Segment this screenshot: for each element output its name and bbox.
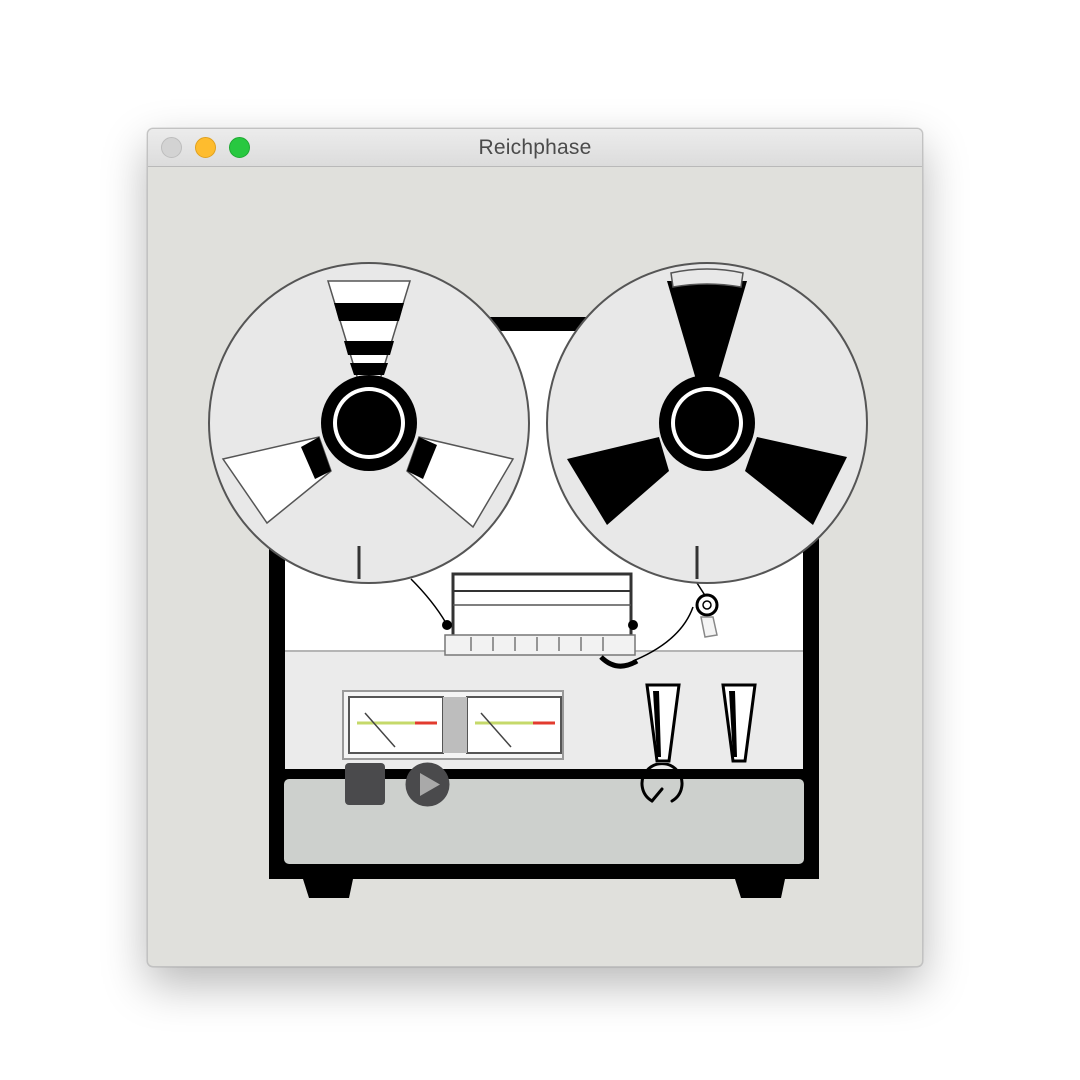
stop-button[interactable] (345, 763, 385, 805)
speed-knob[interactable] (638, 762, 686, 811)
play-icon (405, 762, 450, 807)
traffic-lights (161, 137, 250, 158)
title-bar[interactable]: Reichphase (148, 129, 922, 167)
tape-recorder-illustration (208, 262, 868, 898)
window-title: Reichphase (478, 135, 592, 159)
zoom-button[interactable] (229, 137, 250, 158)
vu-meters (342, 690, 564, 760)
knob-dial-icon (640, 762, 684, 803)
left-reel (208, 262, 530, 584)
right-reel (546, 262, 868, 584)
stop-icon (345, 763, 385, 805)
play-button[interactable] (405, 762, 450, 807)
minimize-button[interactable] (195, 137, 216, 158)
app-window: Reichphase (147, 128, 923, 967)
close-button[interactable] (161, 137, 182, 158)
